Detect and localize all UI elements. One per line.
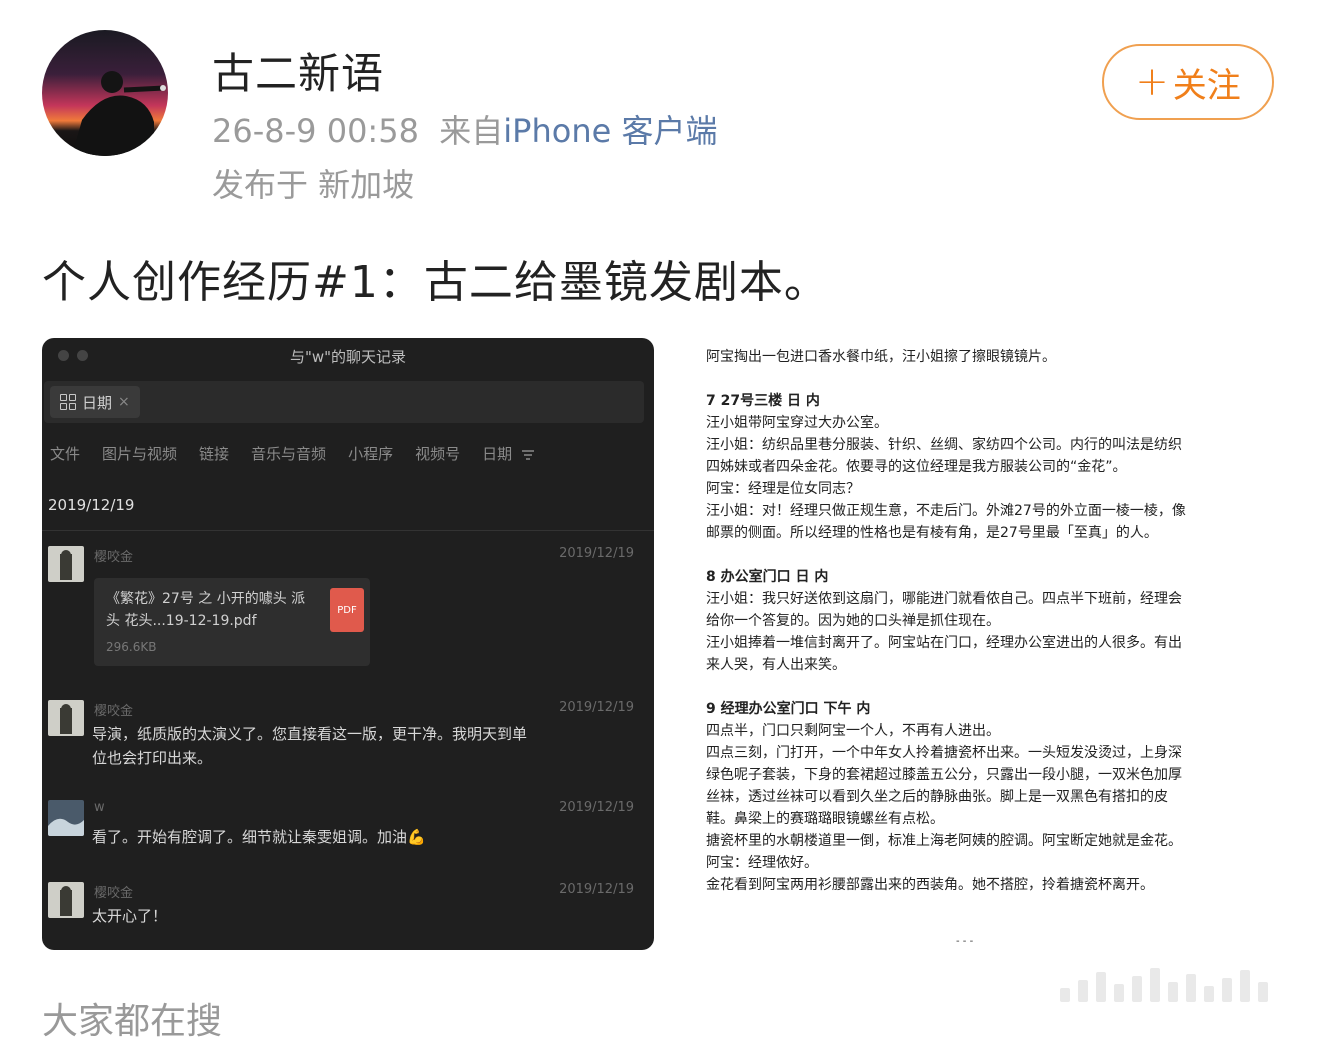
date-filter-chip: 日期 × [50, 386, 140, 418]
sender-name: 樱咬金 [94, 550, 134, 565]
source-link[interactable]: iPhone 客户端 [503, 112, 717, 150]
chat-screenshot-image[interactable]: 与"w"的聊天记录 日期 × 文件 图片与视频 链接 音乐与音频 小程序 视频号… [42, 338, 654, 950]
post-timestamp: 26-8-9 00:58 [212, 112, 419, 150]
tab-date: 日期 [482, 443, 535, 464]
scene-heading: 7 27号三楼 日 内 [706, 393, 820, 409]
tab-media: 图片与视频 [102, 445, 178, 463]
document-line: 阿宝：经理是位女同志？ [706, 481, 860, 497]
script-document-image[interactable]: 阿宝掏出一包进口香水餐巾纸，汪小姐擦了擦眼镜镜片。 7 27号三楼 日 内汪小姐带… [700, 330, 1260, 950]
date-header: 2019/12/19 [48, 496, 135, 514]
message-time: 2019/12/19 [559, 546, 634, 561]
search-bar: 日期 × [44, 381, 644, 423]
document-line: 汪小姐：纺织品里巷分服装、针织、丝绸、家纺四个公司。内行的叫法是纺织 [706, 437, 1182, 453]
file-size: 296.6KB [106, 640, 157, 654]
sender-name: 樱咬金 [94, 704, 134, 719]
avatar-photo [72, 71, 166, 156]
document-line: 金花看到阿宝两用衫腰部露出来的西装角。她不搭腔，拎着搪瓷杯离开。 [706, 877, 1154, 893]
message-time: 2019/12/19 [559, 700, 634, 715]
tab-files: 文件 [50, 445, 81, 463]
document-line: 四点半，门口只剩阿宝一个人，不再有人进出。 [706, 723, 1000, 739]
avatar[interactable] [42, 30, 168, 156]
document-line: 给你一个答复的。因为她的口头禅是抓住现在。 [706, 613, 1000, 629]
window-title: 与"w"的聊天记录 [289, 348, 407, 366]
follow-button[interactable]: + 关注 [1102, 44, 1274, 120]
scene-heading: 9 经理办公室门口 下午 内 [706, 701, 871, 717]
message-text: 看了。开始有腔调了。细节就让秦雯姐调。加油💪 [92, 828, 426, 846]
chip-label: 日期 [82, 393, 113, 412]
post-location: 发布于 新加坡 [212, 166, 415, 204]
sender-name: w [94, 800, 105, 815]
message-text: 导演，纸质版的太演义了。您直接看这一版，更干净。我明天到单位也会打印出来。 [92, 725, 528, 767]
avatar [48, 700, 84, 736]
document-line: 阿宝：经理侬好。 [706, 855, 818, 871]
document-line: 四姊妹或者四朵金花。侬要寻的这位经理是我方服装公司的“金花”。 [706, 459, 1127, 475]
sender-name: 樱咬金 [94, 886, 134, 901]
document-line: 绿色呢子套装，下身的套裙超过膝盖五公分，只露出一段小腿，一双米色加厚 [706, 767, 1182, 783]
follow-label: 关注 [1172, 65, 1241, 106]
window-titlebar: 与"w"的聊天记录 [42, 338, 654, 374]
document-line: 搪瓷杯里的水朝楼道里一倒，标准上海老阿姨的腔调。阿宝断定她就是金花。 [706, 833, 1182, 849]
tab-audio: 音乐与音频 [251, 445, 327, 463]
tab-links: 链接 [199, 445, 230, 463]
close-icon: × [118, 394, 130, 410]
document-line: 邮票的侧面。所以经理的性格也是有棱有角，是27号里最「至真」的人。 [706, 525, 1158, 541]
next-section-heading: 大家都在搜 [42, 1001, 223, 1042]
document-line: 汪小姐带阿宝穿过大办公室。 [706, 415, 888, 431]
page-number-mark: - - - [956, 936, 974, 947]
tab-channels: 视频号 [415, 445, 461, 463]
divider [42, 530, 654, 531]
message-time: 2019/12/19 [559, 882, 634, 897]
document-line: 汪小姐：我只好送侬到这扇门，哪能进门就看侬自己。四点半下班前，经理会 [706, 591, 1182, 607]
watermark-decoration [1060, 962, 1300, 1002]
pdf-icon: PDF [330, 588, 364, 632]
message-time: 2019/12/19 [559, 800, 634, 815]
filter-icon [521, 449, 534, 460]
scene-heading: 8 办公室门口 日 内 [706, 569, 829, 585]
username[interactable]: 古二新语 [212, 40, 384, 101]
file-attachment: 《繁花》27号 之 小开的噱头 派头 花头...19-12-19.pdf 296… [94, 578, 370, 666]
filter-tabs: 文件 图片与视频 链接 音乐与音频 小程序 视频号 日期 [50, 443, 535, 464]
avatar [48, 800, 84, 836]
avatar [48, 546, 84, 582]
source-prefix: 来自 [439, 112, 504, 150]
document-line: 来人哭，有人出来笑。 [706, 657, 846, 673]
post-text: 个人创作经历#1：古二给墨镜发剧本。 [42, 257, 829, 308]
plus-icon: + [1135, 59, 1169, 105]
tab-miniprogram: 小程序 [348, 445, 394, 463]
message-text: 太开心了！ [92, 907, 168, 925]
file-name: 《繁花》27号 之 小开的噱头 派头 花头...19-12-19.pdf [106, 591, 306, 629]
grid-icon [60, 394, 76, 410]
document-line: 阿宝掏出一包进口香水餐巾纸，汪小姐擦了擦眼镜镜片。 [706, 349, 1056, 365]
post-meta: 26-8-9 00:58 来自iPhone 客户端 [212, 106, 717, 152]
document-line: 汪小姐：对！经理只做正规生意，不走后门。外滩27号的外立面一棱一棱，像 [706, 503, 1186, 519]
avatar [48, 882, 84, 918]
document-line: 鞋。鼻梁上的赛璐璐眼镜螺丝有点松。 [706, 811, 944, 827]
document-line: 四点三刻，门打开，一个中年女人拎着搪瓷杯出来。一头短发没烫过，上身深 [706, 745, 1182, 761]
document-line: 汪小姐捧着一堆信封离开了。阿宝站在门口，经理办公室进出的人很多。有出 [706, 635, 1182, 651]
document-line: 丝袜，透过丝袜可以看到久坐之后的静脉曲张。脚上是一双黑色有搭扣的皮 [706, 789, 1168, 805]
